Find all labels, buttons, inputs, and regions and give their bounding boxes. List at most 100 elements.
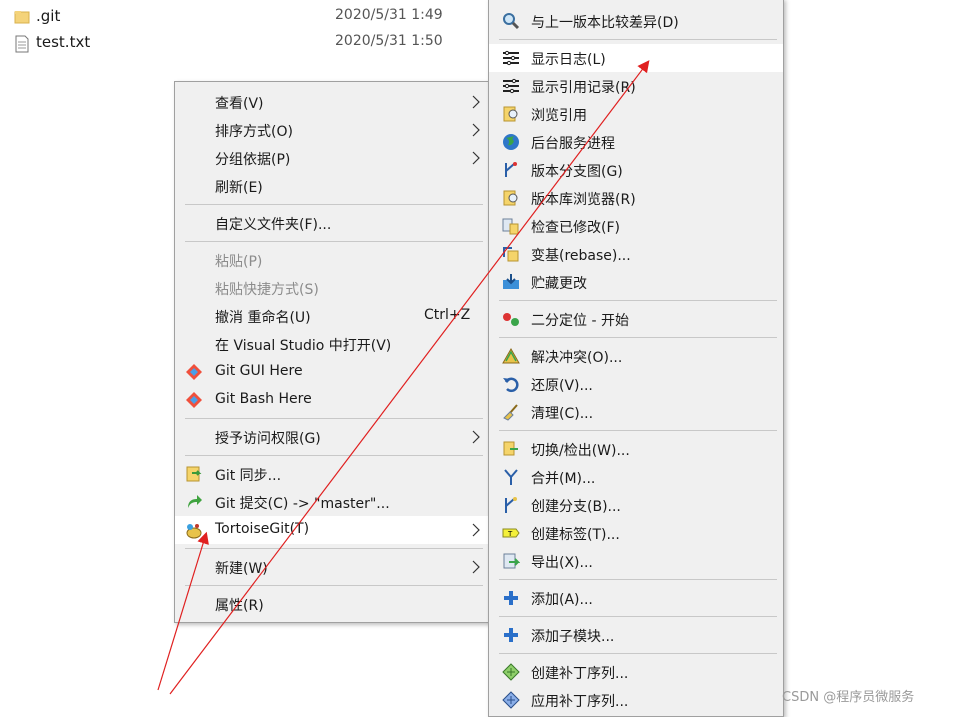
menu-item-add-submodule[interactable]: 添加子模块...: [489, 621, 783, 649]
watermark: CSDN @程序员微服务: [782, 690, 915, 705]
menu-separator: [185, 204, 483, 205]
menu-item-daemon[interactable]: 后台服务进程: [489, 128, 783, 156]
menu-separator: [185, 585, 483, 586]
git-icon: [185, 391, 203, 409]
check-modifications-icon: [502, 217, 520, 235]
stash-icon: [502, 273, 520, 291]
menu-item-group-by[interactable]: 分组依据(P): [175, 144, 489, 172]
menu-item-git-commit[interactable]: Git 提交(C) -> "master"...: [175, 488, 489, 516]
menu-item-add[interactable]: 添加(A)...: [489, 584, 783, 612]
text-file-icon: [14, 35, 30, 53]
tortoisegit-icon: [185, 521, 203, 539]
file-date: 2020/5/31 1:49: [335, 7, 443, 23]
merge-icon: [502, 468, 520, 486]
commit-arrow-icon: [185, 493, 203, 511]
menu-item-rebase[interactable]: 变基(rebase)...: [489, 240, 783, 268]
folder-icon: [14, 9, 30, 25]
menu-item-diff-previous[interactable]: 与上一版本比较差异(D): [489, 7, 783, 35]
log-icon: [502, 49, 520, 67]
broom-icon: [502, 403, 520, 421]
menu-item-create-patch-serial[interactable]: 创建补丁序列...: [489, 658, 783, 686]
warning-triangle-icon: [502, 347, 520, 365]
chevron-right-icon: [471, 523, 481, 537]
file-name: .git: [36, 7, 61, 25]
patch-icon: [502, 663, 520, 681]
menu-item-git-sync[interactable]: Git 同步...: [175, 460, 489, 488]
plus-icon: [502, 626, 520, 644]
menu-separator: [499, 579, 777, 580]
menu-separator: [185, 241, 483, 242]
chevron-right-icon: [471, 123, 481, 137]
log-icon: [502, 77, 520, 95]
svg-text:T: T: [507, 530, 513, 538]
menu-item-open-in-visual-studio[interactable]: 在 Visual Studio 中打开(V): [175, 330, 489, 358]
menu-item-revision-graph[interactable]: 版本分支图(G): [489, 156, 783, 184]
chevron-right-icon: [471, 151, 481, 165]
tag-icon: T: [502, 524, 520, 542]
menu-item-show-log[interactable]: 显示日志(L): [489, 44, 783, 72]
repo-browser-icon: [502, 189, 520, 207]
menu-item-undo-rename[interactable]: 撤消 重命名(U) Ctrl+Z: [175, 302, 489, 330]
bisect-icon: [502, 310, 520, 328]
menu-item-merge[interactable]: 合并(M)...: [489, 463, 783, 491]
menu-item-browse-references[interactable]: 浏览引用: [489, 100, 783, 128]
menu-separator: [499, 300, 777, 301]
git-icon: [185, 363, 203, 381]
menu-item-paste: 粘贴(P): [215, 254, 263, 270]
shortcut-label: Ctrl+Z: [424, 307, 471, 323]
patch-icon: [502, 691, 520, 709]
menu-item-bisect-start[interactable]: 二分定位 - 开始: [489, 305, 783, 333]
menu-item-revert[interactable]: 还原(V)...: [489, 370, 783, 398]
menu-separator: [499, 653, 777, 654]
menu-separator: [185, 455, 483, 456]
menu-item-paste-shortcut: 粘贴快捷方式(S): [215, 282, 319, 298]
menu-separator: [499, 430, 777, 431]
menu-item-switch-checkout[interactable]: 切换/检出(W)...: [489, 435, 783, 463]
branch-icon: [502, 496, 520, 514]
menu-item-git-gui-here[interactable]: Git GUI Here: [175, 358, 489, 386]
menu-separator: [499, 337, 777, 338]
chevron-right-icon: [471, 560, 481, 574]
menu-separator: [499, 616, 777, 617]
rebase-icon: [502, 245, 520, 263]
menu-item-export[interactable]: 导出(X)...: [489, 547, 783, 575]
menu-item-customize-folder[interactable]: 自定义文件夹(F)...: [175, 209, 489, 237]
globe-icon: [502, 133, 520, 151]
browse-references-icon: [502, 105, 520, 123]
file-row-test-txt[interactable]: test.txt 2020/5/31 1:50: [14, 31, 454, 55]
tortoisegit-submenu: 与上一版本比较差异(D) 显示日志(L) 显示引用记录(R) 浏览引用 后台服务…: [488, 0, 784, 717]
menu-item-check-modifications[interactable]: 检查已修改(F): [489, 212, 783, 240]
menu-item-tortoisegit[interactable]: TortoiseGit(T): [175, 516, 489, 544]
chevron-right-icon: [471, 95, 481, 109]
menu-item-repo-browser[interactable]: 版本库浏览器(R): [489, 184, 783, 212]
menu-item-create-branch[interactable]: 创建分支(B)...: [489, 491, 783, 519]
menu-separator: [185, 548, 483, 549]
menu-item-sort-by[interactable]: 排序方式(O): [175, 116, 489, 144]
menu-item-cleanup[interactable]: 清理(C)...: [489, 398, 783, 426]
git-sync-icon: [185, 465, 203, 483]
menu-item-show-reflog[interactable]: 显示引用记录(R): [489, 72, 783, 100]
menu-separator: [499, 39, 777, 40]
file-date: 2020/5/31 1:50: [335, 33, 443, 49]
explorer-context-menu: 查看(V) 排序方式(O) 分组依据(P) 刷新(E) 自定义文件夹(F)...…: [174, 81, 490, 623]
plus-icon: [502, 589, 520, 607]
switch-icon: [502, 440, 520, 458]
menu-item-refresh[interactable]: 刷新(E): [175, 172, 489, 200]
undo-icon: [502, 375, 520, 393]
file-name: test.txt: [36, 33, 91, 51]
menu-item-stash-changes[interactable]: 贮藏更改: [489, 268, 783, 296]
menu-item-resolve-conflicts[interactable]: 解决冲突(O)...: [489, 342, 783, 370]
file-row-git[interactable]: .git 2020/5/31 1:49: [14, 5, 454, 29]
menu-item-apply-patch-serial[interactable]: 应用补丁序列...: [489, 686, 783, 714]
revision-graph-icon: [502, 161, 520, 179]
menu-item-git-bash-here[interactable]: Git Bash Here: [175, 386, 489, 414]
menu-item-new[interactable]: 新建(W): [175, 553, 489, 581]
menu-item-properties[interactable]: 属性(R): [175, 590, 489, 618]
menu-item-grant-access[interactable]: 授予访问权限(G): [175, 423, 489, 451]
magnifier-icon: [502, 12, 520, 30]
menu-item-view[interactable]: 查看(V): [175, 88, 489, 116]
menu-item-create-tag[interactable]: T 创建标签(T)...: [489, 519, 783, 547]
export-icon: [502, 552, 520, 570]
chevron-right-icon: [471, 430, 481, 444]
menu-separator: [185, 418, 483, 419]
